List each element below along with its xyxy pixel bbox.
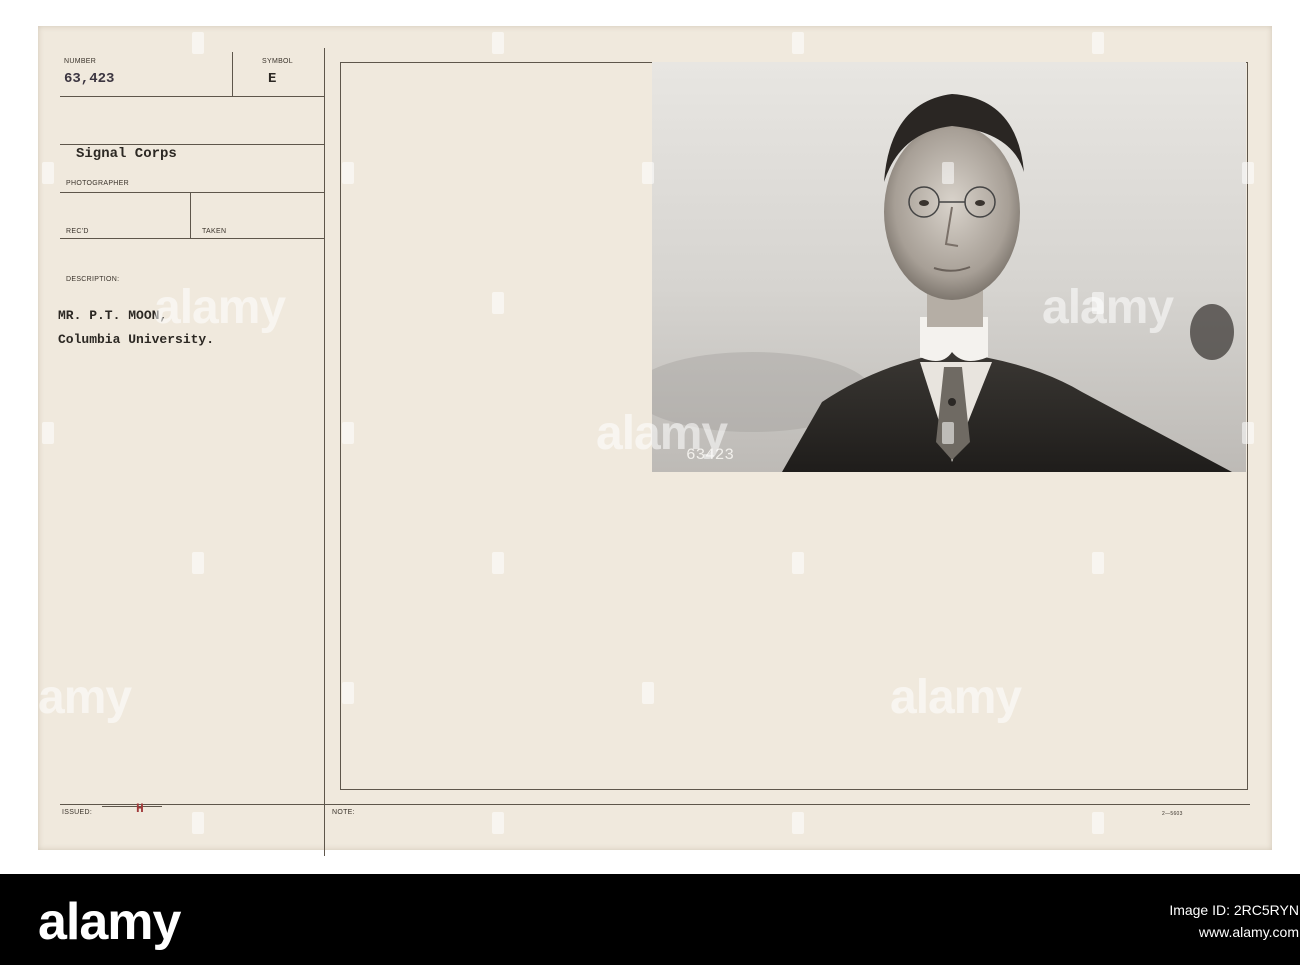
watermark-mark xyxy=(42,162,54,184)
watermark-mark xyxy=(1092,552,1104,574)
brand-logo: alamy xyxy=(38,893,181,951)
note-label: NOTE: xyxy=(332,809,355,816)
watermark-bottom-left: alamy xyxy=(0,671,132,724)
watermark-mark xyxy=(1092,32,1104,54)
watermark-mark xyxy=(1242,162,1254,184)
watermark-mark xyxy=(492,812,504,834)
watermark-mark xyxy=(342,682,354,704)
watermark-mark xyxy=(642,682,654,704)
description-line-1: MR. P.T. MOON, xyxy=(58,308,168,323)
recd-rule xyxy=(60,238,324,239)
recd-divider xyxy=(190,192,191,238)
org-rule xyxy=(60,144,324,145)
issued-value: H xyxy=(136,801,144,816)
watermark-mark xyxy=(492,552,504,574)
watermark-mark xyxy=(1092,292,1104,314)
watermark-mark xyxy=(942,162,954,184)
watermark-mark xyxy=(192,812,204,834)
form-number: 2—5603 xyxy=(1162,811,1183,817)
left-column-rule xyxy=(324,48,325,856)
watermark-center: alamy xyxy=(596,407,728,460)
watermark-mark xyxy=(642,162,654,184)
number-label: NUMBER xyxy=(64,58,97,65)
watermark-top-left: alamy xyxy=(154,281,286,334)
watermark-mark xyxy=(792,552,804,574)
photographer-label: PHOTOGRAPHER xyxy=(66,180,129,187)
watermark-bottom-right: alamy xyxy=(890,671,1022,724)
issued-label: ISSUED: xyxy=(62,809,93,816)
organization-text: Signal Corps xyxy=(76,146,177,162)
watermark-mark xyxy=(1242,422,1254,444)
brand-footer-bar: alamy Image ID: 2RC5RYN www.alamy.com xyxy=(0,874,1300,965)
watermark-mark xyxy=(492,32,504,54)
photographer-rule xyxy=(60,192,324,193)
watermark-mark xyxy=(192,552,204,574)
bottom-rule xyxy=(60,804,1250,805)
watermark-mark xyxy=(342,422,354,444)
number-divider xyxy=(232,52,233,96)
brand-url-link[interactable]: www.alamy.com xyxy=(999,924,1299,940)
watermark-mark xyxy=(492,292,504,314)
watermark-mark xyxy=(942,422,954,444)
symbol-value: E xyxy=(268,71,277,87)
issued-rule xyxy=(102,806,162,807)
watermark-mark xyxy=(42,422,54,444)
recd-label: REC'D xyxy=(66,228,89,235)
header-rule xyxy=(60,96,324,97)
symbol-label: SYMBOL xyxy=(262,58,293,65)
watermark-mark xyxy=(792,812,804,834)
watermark-mark xyxy=(792,32,804,54)
watermark-mark xyxy=(192,32,204,54)
watermark-mark xyxy=(1092,812,1104,834)
portrait-photograph: 63423 xyxy=(652,62,1246,472)
taken-label: TAKEN xyxy=(202,228,227,235)
watermark-mark xyxy=(342,162,354,184)
portrait-illustration xyxy=(652,94,1234,472)
number-value: 63,423 xyxy=(64,71,115,87)
description-label: DESCRIPTION: xyxy=(66,276,120,283)
image-id-label: Image ID: 2RC5RYN xyxy=(1169,902,1299,918)
watermark-top-right: alamy xyxy=(1042,281,1174,334)
